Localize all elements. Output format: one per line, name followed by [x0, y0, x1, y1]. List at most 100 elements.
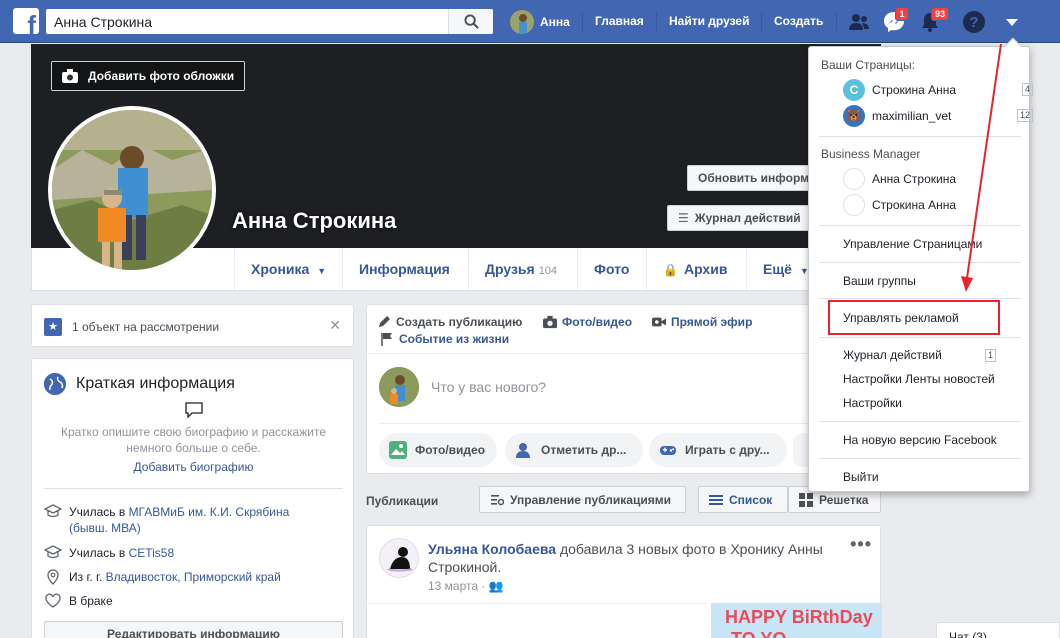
friends-count: 104 [538, 265, 558, 277]
intro-title: Краткая информация [76, 375, 235, 392]
post-author-link[interactable]: Ульяна Колобаева [428, 541, 556, 557]
feed-post: Ульяна Колобаева добавила 3 новых фото в… [366, 525, 882, 638]
lock-icon: 🔒 [663, 263, 678, 277]
help-icon[interactable]: ? [962, 10, 986, 34]
business-name: Строкина Анна [872, 198, 957, 212]
business-manager-item[interactable]: Строкина Анна [843, 194, 1001, 216]
page-item[interactable]: 🐻 maximilian_vet 12 [843, 105, 1033, 127]
manage-posts-button[interactable]: Управление публикациями [479, 486, 686, 513]
add-cover-photo-label: Добавить фото обложки [88, 69, 235, 83]
tab-photos[interactable]: Фото [577, 248, 645, 290]
education-icon [43, 545, 63, 561]
manage-posts-label: Управление публикациями [510, 492, 671, 507]
update-info-button[interactable]: Обновить информ [687, 165, 817, 191]
annotation-highlight-box [828, 300, 1000, 335]
composer-tab-life-event[interactable]: Событие из жизни [380, 332, 509, 346]
composer-tab-live[interactable]: Прямой эфир [652, 315, 752, 329]
search-input[interactable] [46, 9, 446, 34]
nav-user-name: Анна [540, 15, 570, 29]
add-cover-photo-button[interactable]: Добавить фото обложки [51, 61, 246, 91]
avatar[interactable] [379, 538, 419, 578]
tag-friends-label: Отметить др... [541, 443, 627, 457]
post-photo[interactable] [367, 603, 707, 638]
close-icon[interactable]: ✕ [329, 317, 341, 334]
speech-bubble-icon [184, 401, 204, 422]
play-with-friends-button[interactable]: Играть с дру... [649, 433, 787, 467]
your-pages-heading: Ваши Страницы: [821, 58, 916, 72]
divider [819, 225, 1021, 226]
composer-tab-label: Событие из жизни [399, 332, 510, 346]
nav-profile-link[interactable]: Анна [510, 10, 570, 34]
search-icon [464, 14, 479, 29]
post-photo[interactable]: HAPPY BiRthDay TO YO [711, 603, 882, 638]
messenger-icon[interactable]: 1 [882, 7, 909, 34]
manage-pages-link[interactable]: Управление Страницами [843, 237, 1003, 251]
facebook-logo-icon[interactable]: f [13, 8, 39, 34]
chevron-down-icon: ▼ [317, 266, 327, 276]
tab-friends[interactable]: Друзья 104 [468, 248, 573, 290]
profile-picture[interactable] [48, 106, 216, 274]
location-icon [44, 569, 62, 585]
play-with-friends-label: Играть с дру... [685, 443, 770, 457]
review-notice-text[interactable]: 1 объект на рассмотрении [72, 320, 219, 334]
tag-friends-button[interactable]: Отметить др... [505, 433, 643, 467]
school-link[interactable]: CETis58 [129, 546, 175, 560]
divider [379, 423, 870, 424]
post-meta: 13 марта · 👥 [428, 579, 504, 593]
activity-log-link[interactable]: Журнал действий [843, 348, 1003, 362]
post-date[interactable]: 13 марта · [428, 579, 489, 593]
divider [819, 337, 1021, 338]
news-feed-preferences-link[interactable]: Настройки Ленты новостей [843, 372, 1003, 386]
composer-placeholder[interactable]: Что у вас нового? [431, 379, 546, 395]
page-item[interactable]: С Строкина Анна 4 [843, 79, 1033, 101]
notifications-icon[interactable]: 93 [918, 7, 950, 34]
chat-bar[interactable]: Чат (3) [936, 622, 1060, 638]
profile-name[interactable]: Анна Строкина [232, 208, 396, 234]
composer-tab-create[interactable]: Создать публикацию [377, 315, 522, 329]
activity-log-label: Журнал действий [694, 211, 801, 225]
post-options-button[interactable]: ••• [850, 534, 872, 555]
post-photo-text: TO YO [731, 629, 786, 638]
account-dropdown-menu: Ваши Страницы: С Строкина Анна 4 🐻 maxim… [808, 37, 1033, 492]
gamepad-icon [659, 441, 677, 459]
tab-label: Фото [594, 261, 630, 277]
nav-create-link[interactable]: Создать [774, 14, 823, 28]
friends-audience-icon: 👥 [488, 579, 504, 593]
photo-video-button[interactable]: Фото/видео [379, 433, 497, 467]
info-location-row: Из г. г. Владивосток, Приморский край [44, 569, 281, 585]
list-view-button[interactable]: Список [698, 486, 788, 513]
video-camera-icon [652, 317, 666, 327]
switch-new-facebook-link[interactable]: На новую версию Facebook [843, 433, 1003, 447]
pencil-icon [379, 316, 390, 327]
post-photo-text: HAPPY BiRthDay [725, 607, 873, 627]
tab-about[interactable]: Информация [342, 248, 466, 290]
svg-text:?: ? [969, 14, 978, 31]
activity-log-button[interactable]: ☰ Журнал действий [667, 205, 817, 231]
intro-description: Кратко опишите свою биографию и расскажи… [60, 425, 326, 455]
add-bio-link[interactable]: Добавить биографию [32, 460, 355, 474]
business-manager-item[interactable]: Анна Строкина [843, 168, 1001, 190]
edit-info-button[interactable]: Редактировать информацию [44, 621, 343, 638]
settings-link[interactable]: Настройки [843, 396, 1003, 410]
intro-header: Краткая информация [44, 373, 235, 395]
friend-requests-icon[interactable] [847, 10, 871, 34]
logout-link[interactable]: Выйти [843, 470, 1003, 484]
tab-archive[interactable]: 🔒 Архив [646, 248, 743, 290]
flag-icon [381, 333, 392, 346]
activity-log-count: 1 [985, 349, 997, 362]
nav-find-friends-link[interactable]: Найти друзей [669, 14, 749, 28]
search-button[interactable] [448, 9, 493, 34]
tab-timeline[interactable]: Хроника ▼ [234, 248, 342, 290]
info-education-row: Училась в CETis58 [43, 545, 175, 561]
your-groups-link[interactable]: Ваши группы [843, 274, 1003, 288]
account-menu-chevron-icon[interactable] [1000, 10, 1024, 34]
composer-tab-photo[interactable]: Фото/видео [543, 315, 632, 329]
info-prefix: Училась в [69, 546, 129, 560]
avatar [510, 10, 534, 34]
divider [819, 136, 1021, 137]
list-icon: ☰ [678, 211, 689, 225]
nav-home-link[interactable]: Главная [595, 14, 644, 28]
hometown-link[interactable]: Владивосток, Приморский край [106, 570, 281, 584]
divider [819, 421, 1021, 422]
divider [819, 262, 1021, 263]
